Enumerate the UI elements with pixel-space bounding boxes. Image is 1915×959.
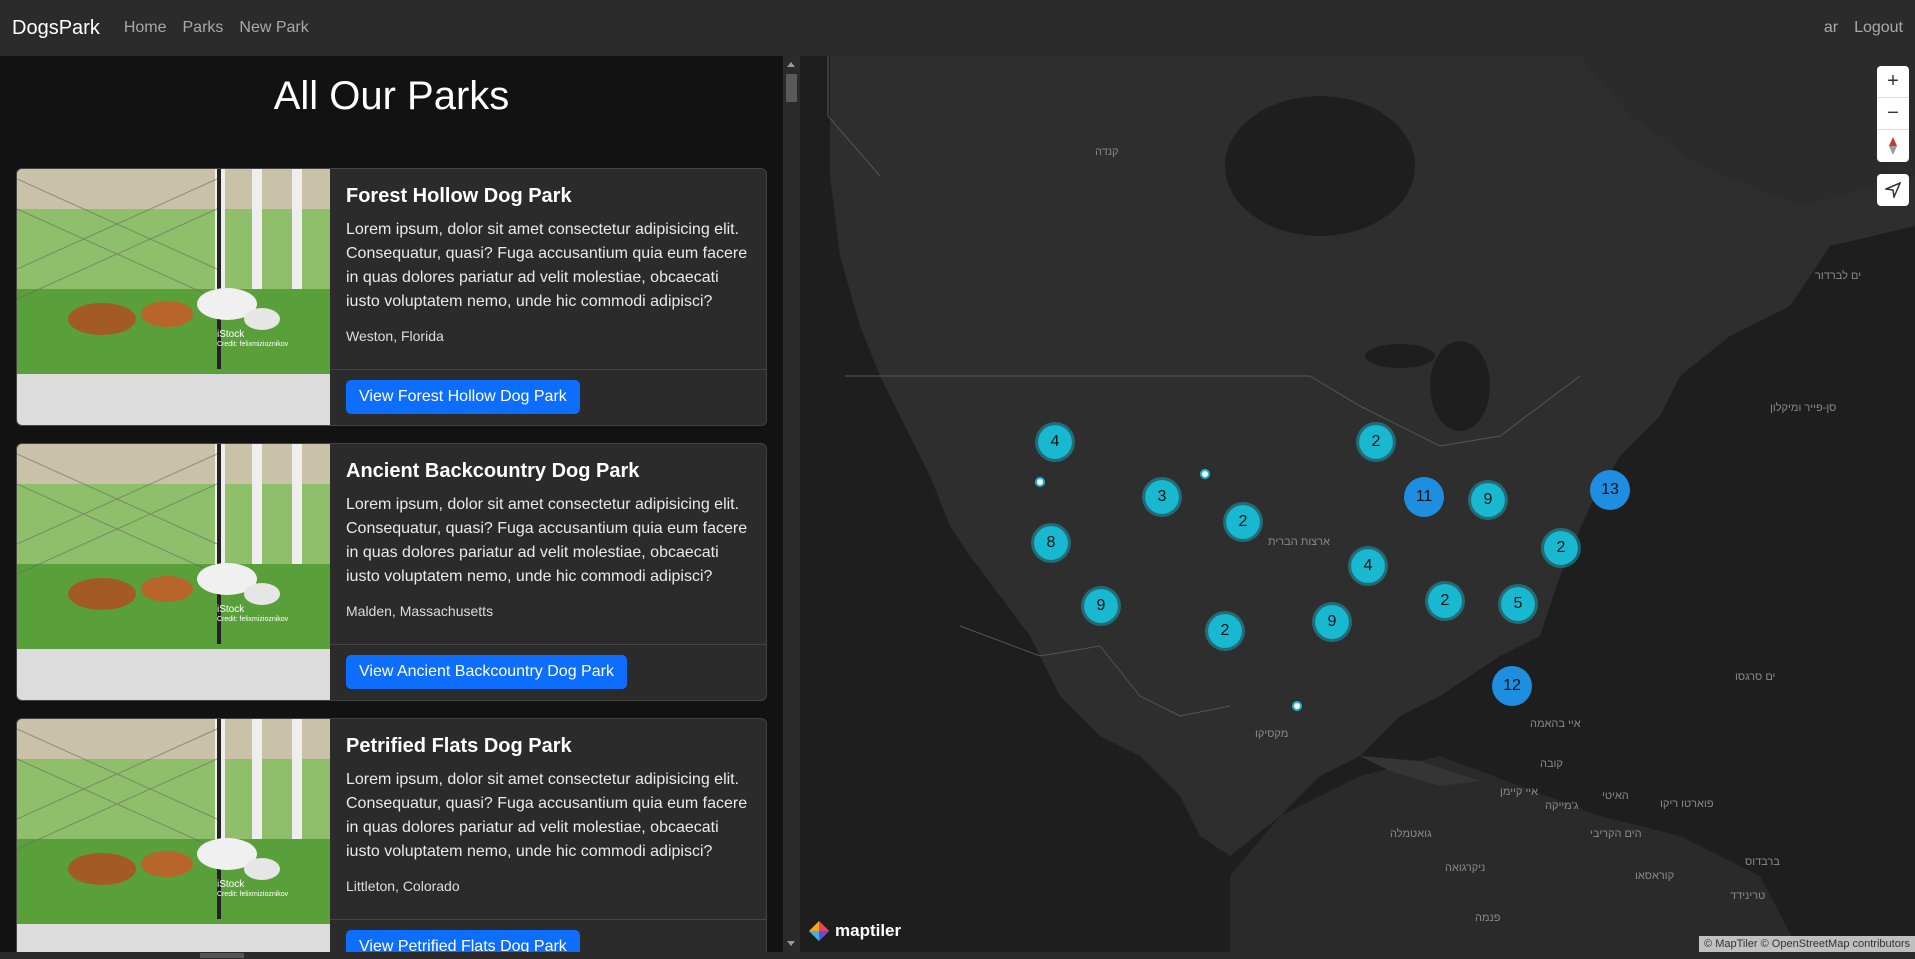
image-caption: iStock xyxy=(217,329,245,340)
view-park-button[interactable]: View Ancient Backcountry Dog Park xyxy=(346,655,627,689)
zoom-controls: + − xyxy=(1877,66,1909,162)
geolocate-control xyxy=(1877,174,1909,206)
map-label-st-pierre: סן-פייר ומיקלון xyxy=(1770,402,1837,414)
map-land-shapes xyxy=(800,56,1915,952)
park-image: iStock Credit: felixmizioznikov xyxy=(17,444,330,700)
view-park-button[interactable]: View Petrified Flats Dog Park xyxy=(346,930,580,952)
map-cluster[interactable]: 2 xyxy=(1356,422,1396,462)
geolocate-button[interactable] xyxy=(1877,174,1909,206)
location-arrow-icon xyxy=(1885,182,1901,198)
map-label-panama: פנמה xyxy=(1475,912,1501,924)
map-cluster[interactable]: 5 xyxy=(1498,584,1538,624)
map-label-guatemala: גואטמלה xyxy=(1390,828,1432,840)
map-label-canada: קנדה xyxy=(1095,146,1119,158)
horizontal-scroll-thumb[interactable] xyxy=(200,953,244,958)
maptiler-logo-icon xyxy=(809,921,829,941)
map-cluster[interactable]: 2 xyxy=(1205,611,1245,651)
map-cluster[interactable]: 13 xyxy=(1590,470,1630,510)
park-description: Lorem ipsum, dolor sit amet consectetur … xyxy=(346,771,748,860)
park-location: Littleton, Colorado xyxy=(346,878,460,894)
map-attribution[interactable]: © MapTiler © OpenStreetMap contributors xyxy=(1699,936,1915,952)
list-scrollbar[interactable] xyxy=(783,56,800,952)
park-card-footer: View Petrified Flats Dog Park xyxy=(330,919,766,952)
map-cluster[interactable]: 8 xyxy=(1031,523,1071,563)
image-credit: Credit: felixmizioznikov xyxy=(217,341,289,348)
map-label-usa: ארצות הברית xyxy=(1268,536,1330,548)
map-cluster[interactable]: 2 xyxy=(1541,528,1581,568)
map-cluster[interactable]: 9 xyxy=(1312,602,1352,642)
park-description: Lorem ipsum, dolor sit amet consectetur … xyxy=(346,221,748,310)
park-location: Weston, Florida xyxy=(346,328,444,344)
park-image: iStock Credit: felixmizioznikov xyxy=(17,719,330,952)
park-title: Ancient Backcountry Dog Park xyxy=(346,460,640,482)
map-label-bahamas: איי בהאמה xyxy=(1530,718,1581,730)
park-card: iStock Credit: felixmizioznikov Petrifie… xyxy=(16,718,767,952)
map-cluster[interactable]: 4 xyxy=(1348,546,1388,586)
image-credit: Credit: felixmizioznikov xyxy=(217,616,289,623)
nav-username[interactable]: ar xyxy=(1824,19,1838,37)
park-card: iStock Credit: felixmizioznikov Ancient … xyxy=(16,443,767,701)
map-label-cayman: איי קיימן xyxy=(1500,786,1539,798)
image-caption: iStock xyxy=(217,604,245,615)
map-label-mexico: מקסיקו xyxy=(1255,728,1289,740)
image-credit: Credit: felixmizioznikov xyxy=(217,891,289,898)
navbar: DogsPark Home Parks New Park ar Logout xyxy=(0,0,1915,56)
scroll-thumb[interactable] xyxy=(786,74,797,102)
map-marker[interactable] xyxy=(1035,477,1045,487)
map-label-trinidad: טרינידד xyxy=(1730,890,1766,902)
map-label-jamaica: ג'מייקה xyxy=(1545,800,1579,812)
park-description: Lorem ipsum, dolor sit amet consectetur … xyxy=(346,496,748,585)
compass-icon xyxy=(1889,137,1897,155)
parks-list-panel: All Our Parks iStock Credit: felixmizioz… xyxy=(0,56,783,952)
map-cluster[interactable]: 9 xyxy=(1081,586,1121,626)
cluster-map[interactable]: קנדה ארצות הברית מקסיקו ים לברדור סן-פיי… xyxy=(800,56,1915,952)
map-label-labrador-sea: ים לברדור xyxy=(1815,270,1862,282)
nav-new-park[interactable]: New Park xyxy=(239,19,308,37)
map-cluster[interactable]: 3 xyxy=(1142,477,1182,517)
nav-home[interactable]: Home xyxy=(124,19,167,37)
view-park-button[interactable]: View Forest Hollow Dog Park xyxy=(346,380,580,414)
page-title: All Our Parks xyxy=(273,74,510,118)
map-label-barbados: ברבדוס xyxy=(1745,856,1780,868)
map-cluster[interactable]: 11 xyxy=(1404,477,1444,517)
map-marker[interactable] xyxy=(1200,469,1210,479)
map-label-nicaragua: ניקרגואה xyxy=(1445,862,1486,874)
brand-link[interactable]: DogsPark xyxy=(12,17,100,40)
map-cluster[interactable]: 9 xyxy=(1468,480,1508,520)
nav-user-area: ar Logout xyxy=(1808,19,1903,37)
map-marker[interactable] xyxy=(1292,701,1302,711)
zoom-in-button[interactable]: + xyxy=(1877,66,1909,98)
map-label-sargasso-sea: ים סרגסו xyxy=(1735,671,1776,683)
map-cluster[interactable]: 4 xyxy=(1035,422,1075,462)
map-label-caribbean: הים הקריבי xyxy=(1590,828,1642,840)
scroll-down-arrow[interactable] xyxy=(787,941,795,946)
nav-logout[interactable]: Logout xyxy=(1854,19,1903,37)
park-location: Malden, Massachusetts xyxy=(346,603,494,619)
map-label-curacao: קוראסאו xyxy=(1635,870,1675,882)
park-card-body: Petrified Flats Dog Park Lorem ipsum, do… xyxy=(330,719,766,919)
image-caption: iStock xyxy=(217,879,245,890)
map-cluster[interactable]: 2 xyxy=(1223,502,1263,542)
park-card-body: Forest Hollow Dog Park Lorem ipsum, dolo… xyxy=(330,169,766,369)
map-label-puerto-rico: פוארטו ריקו xyxy=(1660,798,1714,810)
park-card-footer: View Forest Hollow Dog Park xyxy=(330,369,766,425)
compass-button[interactable] xyxy=(1877,130,1909,162)
maptiler-logo-text: maptiler xyxy=(835,921,902,940)
map-label-haiti: האיטי xyxy=(1602,790,1629,802)
park-card: iStock Credit: felixmizioznikov Forest H… xyxy=(16,168,767,426)
nav-parks[interactable]: Parks xyxy=(183,19,224,37)
page-horizontal-scrollbar[interactable] xyxy=(0,952,1915,959)
zoom-out-button[interactable]: − xyxy=(1877,98,1909,130)
park-image: iStock Credit: felixmizioznikov xyxy=(17,169,330,425)
map-cluster[interactable]: 12 xyxy=(1492,666,1532,706)
scroll-up-arrow[interactable] xyxy=(787,62,795,67)
park-title: Forest Hollow Dog Park xyxy=(346,185,572,207)
map-cluster[interactable]: 2 xyxy=(1425,581,1465,621)
map-label-cuba: קובה xyxy=(1540,758,1563,770)
park-title: Petrified Flats Dog Park xyxy=(346,735,572,757)
park-card-footer: View Ancient Backcountry Dog Park xyxy=(330,644,766,700)
park-card-body: Ancient Backcountry Dog Park Lorem ipsum… xyxy=(330,444,766,644)
maptiler-logo[interactable]: maptiler xyxy=(808,920,901,942)
